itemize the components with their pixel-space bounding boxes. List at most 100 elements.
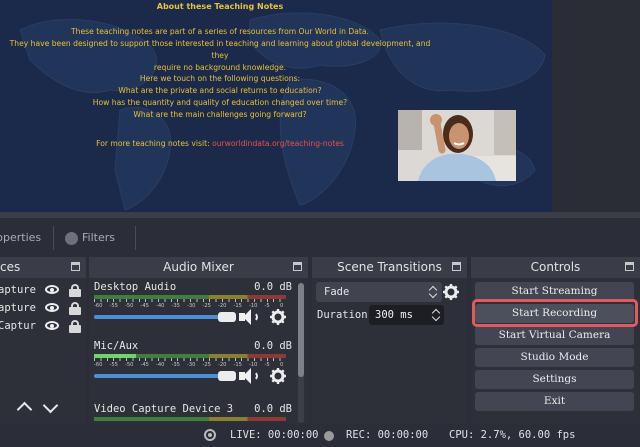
channel-db: 0.0 dB — [254, 281, 292, 293]
meter-tick-label: -55 — [109, 303, 118, 309]
sources-dock-title: ces — [0, 260, 21, 274]
channel-db: 0.0 dB — [254, 403, 292, 415]
slide-footer-link: ourworldindata.org/teaching-notes — [212, 139, 344, 148]
scene-transitions-dock: Scene Transitions Fade Duration 300 ms — [312, 257, 467, 427]
cpu-fps-readout: CPU: 2.7%, 60.00 fps — [449, 429, 576, 441]
slide-text-line: What are the private and social returns … — [118, 86, 322, 95]
lock-icon[interactable] — [69, 284, 81, 297]
volume-slider-fill[interactable] — [94, 374, 227, 378]
filters-label: Filters — [82, 231, 115, 244]
transition-select[interactable]: Fade — [316, 282, 442, 302]
duration-spinbox[interactable]: 300 ms — [369, 305, 444, 325]
channel-name: Mic/Aux — [94, 340, 139, 352]
eye-icon[interactable] — [45, 285, 59, 294]
sources-dock: ces apture ] apture Captur — [0, 257, 86, 427]
channel-name: Desktop Audio — [94, 281, 177, 293]
volume-slider-handle[interactable] — [218, 312, 236, 322]
sources-toolbar — [0, 393, 86, 421]
channel-db: 0.0 dB — [254, 340, 292, 352]
meter-tick-label: -35 — [171, 362, 180, 368]
meter-tick-label: -25 — [202, 303, 211, 309]
volume-slider-handle[interactable] — [218, 371, 236, 381]
controls-dock: Controls Start Streaming Start Recording… — [471, 257, 640, 427]
source-name: apture — [0, 302, 36, 314]
filter-icon — [65, 232, 78, 245]
slide-text-line: How has the quantity and quality of educ… — [92, 98, 348, 107]
exit-button[interactable]: Exit — [475, 392, 634, 411]
meter-tick-label: -45 — [140, 362, 149, 368]
audio-mixer-title: Audio Mixer — [163, 260, 234, 274]
slide-questions-paragraph: Here we touch on the following questions… — [0, 73, 440, 121]
transition-properties-gear-icon[interactable] — [443, 284, 459, 300]
scene-transitions-title: Scene Transitions — [337, 260, 442, 274]
meter-tick-label: -60 — [94, 362, 103, 368]
record-dot-icon — [324, 431, 334, 441]
live-broadcast-icon — [204, 429, 216, 441]
controls-title: Controls — [530, 260, 581, 274]
audio-mixer-header: Audio Mixer — [89, 257, 308, 278]
duration-value: 300 ms — [375, 309, 413, 321]
speaker-icon[interactable] — [239, 309, 259, 325]
channel-settings-gear-icon[interactable] — [270, 309, 286, 325]
source-item[interactable]: Captur — [0, 317, 86, 335]
audio-mixer-dock: Audio Mixer Desktop Audio 0.0 dB -60 -55 -50… — [89, 257, 308, 427]
meter-tick-label: -20 — [218, 303, 227, 309]
lock-icon[interactable] — [69, 302, 81, 315]
start-virtual-camera-button[interactable]: Start Virtual Camera — [475, 326, 634, 345]
undock-icon[interactable] — [293, 262, 302, 271]
properties-button[interactable]: roperties — [0, 226, 54, 250]
filters-button[interactable]: Filters — [60, 226, 136, 250]
updown-arrows-icon[interactable] — [431, 308, 441, 322]
updown-arrows-icon — [428, 285, 438, 299]
slide-text-line: These teaching notes are part of a serie… — [71, 27, 369, 36]
volume-slider-fill[interactable] — [94, 315, 227, 319]
meter-tick-label: -5 — [264, 362, 270, 368]
move-up-icon[interactable] — [16, 399, 32, 415]
preview-divider — [0, 212, 640, 218]
scene-transitions-header: Scene Transitions — [312, 257, 467, 278]
slide-footer: For more teaching notes visit: ourworldi… — [0, 138, 440, 150]
duration-label: Duration — [317, 309, 368, 321]
meter-tick-label: -50 — [125, 362, 134, 368]
preview-area[interactable]: About these Teaching Notes These teachin… — [0, 0, 640, 218]
obs-window: About these Teaching Notes These teachin… — [0, 0, 640, 447]
source-toolbar: roperties Filters — [0, 226, 640, 250]
source-name: Captur — [0, 320, 36, 332]
source-item[interactable]: apture — [0, 299, 86, 317]
scrollbar-thumb[interactable] — [298, 283, 304, 377]
volume-meter — [94, 417, 286, 421]
move-down-icon[interactable] — [42, 399, 58, 415]
slide-intro-paragraph: These teaching notes are part of a serie… — [0, 26, 440, 74]
slide-text-line: What are the main challenges going forwa… — [133, 110, 307, 119]
lock-icon[interactable] — [69, 320, 81, 333]
meter-tick-label: -50 — [125, 303, 134, 309]
speaker-icon[interactable] — [239, 368, 259, 384]
slide-text-line: They have been designed to support those… — [9, 39, 431, 60]
meter-tick-label: -35 — [171, 303, 180, 309]
eye-icon[interactable] — [45, 321, 59, 330]
controls-header: Controls — [471, 257, 640, 278]
meter-tick-label: -60 — [94, 303, 103, 309]
settings-button[interactable]: Settings — [475, 370, 634, 389]
mixer-scrollbar[interactable] — [298, 283, 304, 423]
eye-icon[interactable] — [45, 303, 59, 312]
undock-icon[interactable] — [625, 262, 634, 271]
undock-icon[interactable] — [452, 262, 461, 271]
rec-timer: REC: 00:00:00 — [346, 429, 429, 441]
undock-icon[interactable] — [71, 262, 80, 271]
transition-select-value: Fade — [324, 286, 350, 298]
meter-tick-label: -30 — [187, 303, 196, 309]
status-bar: LIVE: 00:00:00 REC: 00:00:00 CPU: 2.7%, … — [0, 423, 640, 447]
meter-tick-label: -40 — [156, 303, 165, 309]
channel-settings-gear-icon[interactable] — [270, 368, 286, 384]
slide-text-line: Here we touch on the following questions… — [139, 74, 301, 83]
source-item[interactable]: apture ] — [0, 281, 86, 299]
slide-source: About these Teaching Notes These teachin… — [0, 0, 552, 212]
webcam-overlay — [398, 110, 516, 181]
preview-background — [552, 0, 640, 218]
meter-tick-label: -20 — [218, 362, 227, 368]
meter-tick-label: -5 — [264, 303, 270, 309]
live-timer: LIVE: 00:00:00 — [230, 429, 319, 441]
start-recording-highlight — [472, 299, 638, 327]
studio-mode-button[interactable]: Studio Mode — [475, 348, 634, 367]
